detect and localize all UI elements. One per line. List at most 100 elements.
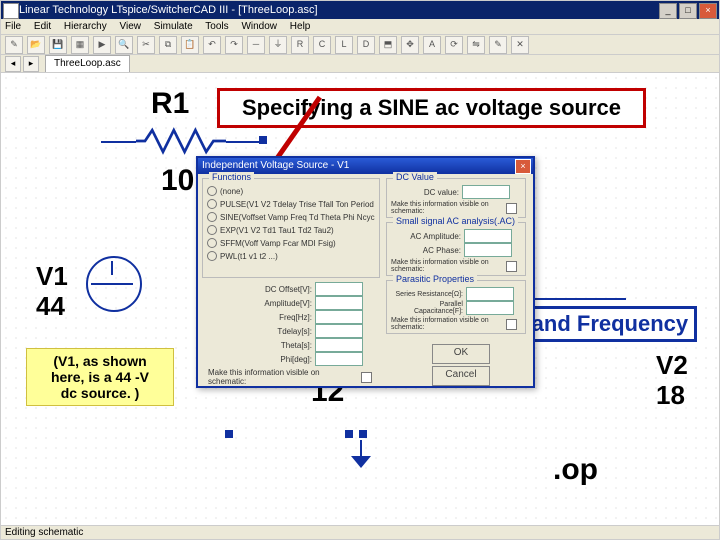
tab-nav-next-icon[interactable]: ▸ bbox=[23, 56, 39, 72]
window-title: Linear Technology LTspice/SwitcherCAD II… bbox=[19, 4, 318, 16]
toolbar-new-icon[interactable]: ✎ bbox=[5, 36, 23, 54]
input-ac-phase[interactable] bbox=[464, 243, 512, 257]
toolbar-copy-icon[interactable]: ⧉ bbox=[159, 36, 177, 54]
menu-help[interactable]: Help bbox=[290, 21, 311, 32]
radio-sffm[interactable]: SFFM(Voff Vamp Fcar MDI Fsig) bbox=[207, 238, 375, 248]
label-tdelay: Tdelay[s]: bbox=[254, 327, 312, 336]
toolbar-paste-icon[interactable]: 📋 bbox=[181, 36, 199, 54]
toolbar-diode-icon[interactable]: D bbox=[357, 36, 375, 54]
input-frequency[interactable] bbox=[315, 310, 363, 324]
cancel-button[interactable]: Cancel bbox=[432, 366, 490, 386]
toolbar-redo-icon[interactable]: ↷ bbox=[225, 36, 243, 54]
resistor-r1 bbox=[136, 126, 226, 156]
label-ac-phase: AC Phase: bbox=[405, 246, 461, 255]
input-cpar[interactable] bbox=[466, 301, 514, 315]
component-label-r1: R1 bbox=[151, 87, 189, 121]
annotation-headline: Specifying a SINE ac voltage source bbox=[217, 88, 646, 128]
window-maximize-button[interactable]: □ bbox=[679, 3, 697, 19]
circuit-node bbox=[359, 430, 367, 438]
toolbar-move-icon[interactable]: ✥ bbox=[401, 36, 419, 54]
window-minimize-button[interactable]: _ bbox=[659, 3, 677, 19]
toolbar-grid-icon[interactable]: ▦ bbox=[71, 36, 89, 54]
group-ac: Small signal AC analysis(.AC) AC Amplitu… bbox=[386, 222, 526, 276]
component-label-v2: V2 bbox=[656, 350, 688, 381]
toolbar-undo-icon[interactable]: ↶ bbox=[203, 36, 221, 54]
menu-simulate[interactable]: Simulate bbox=[154, 21, 193, 32]
menu-hierarchy[interactable]: Hierarchy bbox=[64, 21, 107, 32]
group-parasitic: Parasitic Properties Series Resistance[Ω… bbox=[386, 280, 526, 334]
radio-pwl[interactable]: PWL(t1 v1 t2 ...) bbox=[207, 251, 375, 261]
label-ac-vis: Make this information visible on schemat… bbox=[391, 259, 503, 273]
label-dc-vis: Make this information visible on schemat… bbox=[391, 201, 503, 215]
toolbar-zoom-icon[interactable]: 🔍 bbox=[115, 36, 133, 54]
label-phi: Phi[deg]: bbox=[254, 355, 312, 364]
annotation-line: (V1, as shown bbox=[35, 353, 165, 369]
tab-nav-prev-icon[interactable]: ◂ bbox=[5, 56, 21, 72]
checkbox-ac-vis[interactable] bbox=[506, 261, 517, 272]
menu-window[interactable]: Window bbox=[241, 21, 277, 32]
checkbox-par-vis[interactable] bbox=[506, 319, 517, 330]
label-rser: Series Resistance[Ω]: bbox=[389, 291, 463, 298]
radio-label: (none) bbox=[220, 187, 243, 196]
input-ac-amp[interactable] bbox=[464, 229, 512, 243]
toolbar-comp-icon[interactable]: ⬒ bbox=[379, 36, 397, 54]
label-ac-amp: AC Amplitude: bbox=[405, 232, 461, 241]
ok-button[interactable]: OK bbox=[432, 344, 490, 364]
toolbar-wire-icon[interactable]: ─ bbox=[247, 36, 265, 54]
radio-none[interactable]: (none) bbox=[207, 186, 375, 196]
label-cpar: Parallel Capacitance[F]: bbox=[389, 301, 463, 315]
annotation-v1-note: (V1, as shown here, is a 44 -V dc source… bbox=[26, 348, 174, 406]
menu-tools[interactable]: Tools bbox=[205, 21, 228, 32]
group-parasitic-title: Parasitic Properties bbox=[393, 274, 477, 284]
group-functions-title: Functions bbox=[209, 172, 254, 182]
annotation-headline-text: Specifying a SINE ac voltage source bbox=[242, 95, 621, 120]
dialog-close-button[interactable]: × bbox=[515, 159, 531, 174]
input-amplitude[interactable] bbox=[315, 296, 363, 310]
input-phi[interactable] bbox=[315, 352, 363, 366]
wire bbox=[111, 261, 113, 275]
spice-directive-op: .op bbox=[553, 453, 598, 487]
status-bar: Editing schematic bbox=[1, 525, 719, 539]
component-value-r1: 10 bbox=[161, 164, 194, 198]
input-theta[interactable] bbox=[315, 338, 363, 352]
input-dc-offset[interactable] bbox=[315, 282, 363, 296]
input-dc-value[interactable] bbox=[462, 185, 510, 199]
document-tab[interactable]: ThreeLoop.asc bbox=[45, 55, 130, 72]
group-functions: Functions (none) PULSE(V1 V2 Tdelay Tris… bbox=[202, 178, 380, 278]
annotation-line: here, is a 44 -V bbox=[35, 369, 165, 385]
input-tdelay[interactable] bbox=[315, 324, 363, 338]
toolbar-run-icon[interactable]: ▶ bbox=[93, 36, 111, 54]
toolbar-cut-icon[interactable]: ✂ bbox=[137, 36, 155, 54]
menu-view[interactable]: View bbox=[120, 21, 142, 32]
toolbar-ground-icon[interactable]: ⏚ bbox=[269, 36, 287, 54]
menu-file[interactable]: File bbox=[5, 21, 21, 32]
toolbar-res-icon[interactable]: R bbox=[291, 36, 309, 54]
circuit-node bbox=[345, 430, 353, 438]
wire bbox=[226, 141, 263, 143]
toolbar-del-icon[interactable]: ✕ bbox=[511, 36, 529, 54]
radio-label: SINE(Voffset Vamp Freq Td Theta Phi Ncyc… bbox=[220, 213, 375, 222]
app-icon bbox=[3, 3, 19, 19]
input-rser[interactable] bbox=[466, 287, 514, 301]
toolbar-rotate-icon[interactable]: ⟳ bbox=[445, 36, 463, 54]
toolbar-open-icon[interactable]: 📂 bbox=[27, 36, 45, 54]
window-close-button[interactable]: × bbox=[699, 3, 717, 19]
radio-label: SFFM(Voff Vamp Fcar MDI Fsig) bbox=[220, 239, 336, 248]
ground-symbol bbox=[351, 440, 371, 468]
component-label-v1: V1 bbox=[36, 261, 68, 292]
menu-edit[interactable]: Edit bbox=[34, 21, 51, 32]
label-par-vis: Make this information visible on schemat… bbox=[391, 317, 503, 331]
toolbar-label-icon[interactable]: ✎ bbox=[489, 36, 507, 54]
toolbar-ind-icon[interactable]: L bbox=[335, 36, 353, 54]
toolbar-save-icon[interactable]: 💾 bbox=[49, 36, 67, 54]
checkbox-vis-bottom[interactable] bbox=[361, 372, 372, 383]
radio-pulse[interactable]: PULSE(V1 V2 Tdelay Trise Tfall Ton Perio… bbox=[207, 199, 375, 209]
radio-exp[interactable]: EXP(V1 V2 Td1 Tau1 Td2 Tau2) bbox=[207, 225, 375, 235]
toolbar-mirror-icon[interactable]: ⇋ bbox=[467, 36, 485, 54]
group-ac-title: Small signal AC analysis(.AC) bbox=[393, 216, 518, 226]
toolbar-text-icon[interactable]: A bbox=[423, 36, 441, 54]
document-tabstrip: ◂ ▸ ThreeLoop.asc bbox=[1, 55, 719, 73]
toolbar-cap-icon[interactable]: C bbox=[313, 36, 331, 54]
checkbox-dc-vis[interactable] bbox=[506, 203, 517, 214]
radio-sine[interactable]: SINE(Voffset Vamp Freq Td Theta Phi Ncyc… bbox=[207, 212, 375, 222]
